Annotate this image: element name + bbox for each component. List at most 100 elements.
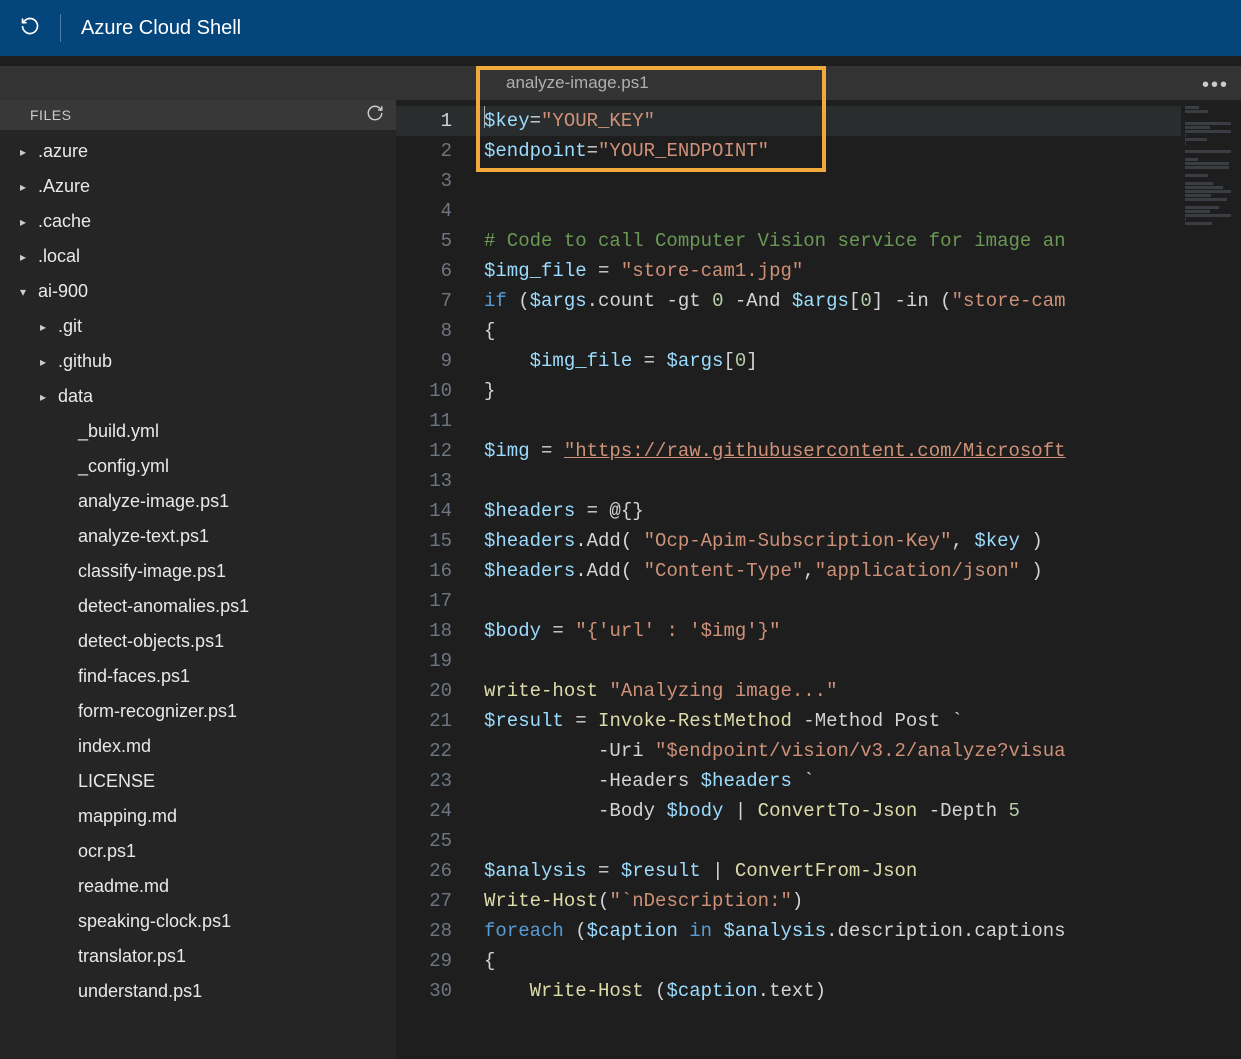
minimap[interactable] xyxy=(1181,100,1241,1059)
line-number: 25 xyxy=(396,826,470,856)
code-line[interactable]: Write-Host("`nDescription:") xyxy=(470,886,1181,916)
file-tree-file[interactable]: detect-anomalies.ps1 xyxy=(0,589,396,624)
line-number: 28 xyxy=(396,916,470,946)
main-area: FILES ▸.azure▸.Azure▸.cache▸.local▾ai-90… xyxy=(0,100,1241,1059)
code-editor[interactable]: 1234567891011121314151617181920212223242… xyxy=(396,100,1241,1059)
code-line[interactable]: write-host "Analyzing image..." xyxy=(470,676,1181,706)
code-line[interactable]: $body = "{'url' : '$img'}" xyxy=(470,616,1181,646)
file-tree-label: ocr.ps1 xyxy=(78,841,136,862)
file-tree-label: form-recognizer.ps1 xyxy=(78,701,237,722)
file-tree-label: readme.md xyxy=(78,876,169,897)
editor-tabbar: analyze-image.ps1 ••• xyxy=(0,66,1241,100)
file-tree-folder[interactable]: ▸.local xyxy=(0,239,396,274)
code-line[interactable]: Write-Host ($caption.text) xyxy=(470,976,1181,1006)
file-tree-file[interactable]: _config.yml xyxy=(0,449,396,484)
file-tree-file[interactable]: detect-objects.ps1 xyxy=(0,624,396,659)
line-number: 3 xyxy=(396,166,470,196)
code-line[interactable]: $img_file = "store-cam1.jpg" xyxy=(470,256,1181,286)
line-number: 18 xyxy=(396,616,470,646)
line-number: 19 xyxy=(396,646,470,676)
code-content[interactable]: $key="YOUR_KEY"$endpoint="YOUR_ENDPOINT"… xyxy=(470,100,1181,1059)
file-tree-file[interactable]: find-faces.ps1 xyxy=(0,659,396,694)
file-tree-file[interactable]: form-recognizer.ps1 xyxy=(0,694,396,729)
file-tree-label: data xyxy=(58,386,93,407)
chevron-right-icon: ▸ xyxy=(20,215,32,229)
titlebar: Azure Cloud Shell xyxy=(0,0,1241,56)
line-number: 11 xyxy=(396,406,470,436)
file-tree-file[interactable]: analyze-image.ps1 xyxy=(0,484,396,519)
chevron-right-icon: ▸ xyxy=(40,390,52,404)
code-line[interactable] xyxy=(470,646,1181,676)
file-tree-label: .cache xyxy=(38,211,91,232)
file-tree-label: .git xyxy=(58,316,82,337)
file-tree-label: analyze-image.ps1 xyxy=(78,491,229,512)
file-tree-file[interactable]: understand.ps1 xyxy=(0,974,396,1009)
line-number: 22 xyxy=(396,736,470,766)
file-tree-folder[interactable]: ▸ .git xyxy=(0,309,396,344)
file-tree-label: classify-image.ps1 xyxy=(78,561,226,582)
tab-active-file[interactable]: analyze-image.ps1 xyxy=(476,66,679,100)
more-actions-icon[interactable]: ••• xyxy=(1202,74,1229,97)
file-tree-folder[interactable]: ▸.azure xyxy=(0,134,396,169)
code-line[interactable]: { xyxy=(470,316,1181,346)
code-line[interactable]: -Uri "$endpoint/vision/v3.2/analyze?visu… xyxy=(470,736,1181,766)
code-line[interactable] xyxy=(470,196,1181,226)
file-tree-folder[interactable]: ▸.github xyxy=(0,344,396,379)
refresh-files-icon[interactable] xyxy=(366,104,384,127)
file-tree-file[interactable]: ocr.ps1 xyxy=(0,834,396,869)
file-tree-label: _build.yml xyxy=(78,421,159,442)
file-tree-file[interactable]: mapping.md xyxy=(0,799,396,834)
code-line[interactable]: # Code to call Computer Vision service f… xyxy=(470,226,1181,256)
chevron-down-icon: ▾ xyxy=(20,285,32,299)
file-tree-label: _config.yml xyxy=(78,456,169,477)
file-tree-folder[interactable]: ▸ .Azure xyxy=(0,169,396,204)
file-tree-label: find-faces.ps1 xyxy=(78,666,190,687)
line-number: 23 xyxy=(396,766,470,796)
code-line[interactable] xyxy=(470,406,1181,436)
code-line[interactable]: foreach ($caption in $analysis.descripti… xyxy=(470,916,1181,946)
code-line[interactable]: $result = Invoke-RestMethod -Method Post… xyxy=(470,706,1181,736)
code-line[interactable]: { xyxy=(470,946,1181,976)
code-line[interactable]: $headers = @{} xyxy=(470,496,1181,526)
file-explorer: FILES ▸.azure▸.Azure▸.cache▸.local▾ai-90… xyxy=(0,100,396,1059)
line-number: 21 xyxy=(396,706,470,736)
code-line[interactable]: if ($args.count -gt 0 -And $args[0] -in … xyxy=(470,286,1181,316)
file-tree-folder[interactable]: ▾ai-900 xyxy=(0,274,396,309)
file-tree-file[interactable]: classify-image.ps1 xyxy=(0,554,396,589)
chevron-right-icon: ▸ xyxy=(20,145,32,159)
chevron-right-icon: ▸ xyxy=(20,180,32,194)
file-tree-file[interactable]: index.md xyxy=(0,729,396,764)
code-line[interactable] xyxy=(470,166,1181,196)
file-tree-label: .Azure xyxy=(38,176,90,197)
code-line[interactable] xyxy=(470,466,1181,496)
code-line[interactable]: $endpoint="YOUR_ENDPOINT" xyxy=(470,136,1181,166)
code-line[interactable]: $img_file = $args[0] xyxy=(470,346,1181,376)
code-line[interactable]: $img = "https://raw.githubusercontent.co… xyxy=(470,436,1181,466)
code-line[interactable]: $analysis = $result | ConvertFrom-Json xyxy=(470,856,1181,886)
code-line[interactable]: $headers.Add( "Ocp-Apim-Subscription-Key… xyxy=(470,526,1181,556)
code-line[interactable] xyxy=(470,826,1181,856)
file-tree-file[interactable]: analyze-text.ps1 xyxy=(0,519,396,554)
line-number: 9 xyxy=(396,346,470,376)
file-explorer-title: FILES xyxy=(30,107,71,123)
code-line[interactable]: -Body $body | ConvertTo-Json -Depth 5 xyxy=(470,796,1181,826)
file-tree-file[interactable]: translator.ps1 xyxy=(0,939,396,974)
file-tree-file[interactable]: LICENSE xyxy=(0,764,396,799)
reconnect-icon[interactable] xyxy=(20,16,40,41)
file-tree-label: index.md xyxy=(78,736,151,757)
code-line[interactable]: $headers.Add( "Content-Type","applicatio… xyxy=(470,556,1181,586)
file-tree-file[interactable]: _build.yml xyxy=(0,414,396,449)
code-line[interactable]: -Headers $headers ` xyxy=(470,766,1181,796)
file-tree-folder[interactable]: ▸ data xyxy=(0,379,396,414)
file-tree-file[interactable]: speaking-clock.ps1 xyxy=(0,904,396,939)
line-number: 20 xyxy=(396,676,470,706)
code-line[interactable]: $key="YOUR_KEY" xyxy=(470,106,1181,136)
file-tree-folder[interactable]: ▸ .cache xyxy=(0,204,396,239)
line-number: 27 xyxy=(396,886,470,916)
line-number: 24 xyxy=(396,796,470,826)
code-line[interactable]: } xyxy=(470,376,1181,406)
chevron-right-icon: ▸ xyxy=(40,320,52,334)
code-line[interactable] xyxy=(470,586,1181,616)
file-tree-file[interactable]: readme.md xyxy=(0,869,396,904)
line-number: 5 xyxy=(396,226,470,256)
